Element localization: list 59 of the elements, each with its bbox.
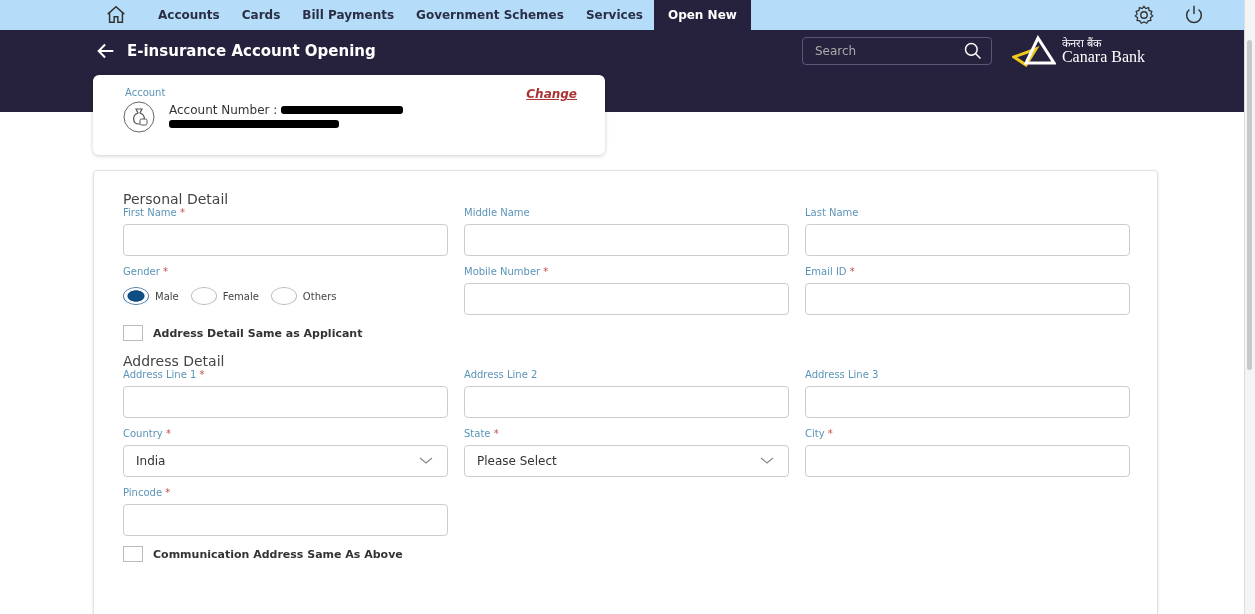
input-field[interactable] — [123, 224, 448, 256]
logo-icon — [1011, 35, 1056, 67]
nav-tab[interactable]: Services — [574, 0, 654, 30]
field-label: City * — [805, 428, 834, 439]
input-field[interactable] — [123, 386, 448, 418]
input-field[interactable] — [464, 283, 789, 315]
field-label: Gender * — [123, 266, 170, 277]
change-link[interactable]: Change — [526, 87, 577, 101]
settings-icon[interactable] — [1133, 4, 1155, 26]
radio-button[interactable] — [270, 287, 297, 305]
account-label: Account — [125, 87, 166, 100]
field-label: Middle Name — [464, 207, 531, 218]
radio-label: Male — [155, 290, 179, 302]
account-number-label: Account Number : — [169, 103, 278, 117]
input-field[interactable] — [805, 445, 1130, 477]
field-label: Pincode * — [123, 487, 172, 498]
dropdown[interactable]: India — [123, 445, 448, 477]
field-label: Last Name — [805, 207, 860, 218]
scrollbar-thumb[interactable] — [1247, 40, 1252, 370]
field-label: Address Line 3 — [805, 369, 880, 380]
input-field[interactable] — [805, 224, 1130, 256]
input-field[interactable] — [123, 504, 448, 536]
chevron-down-icon — [760, 457, 774, 465]
radio-button[interactable] — [123, 287, 149, 305]
power-icon[interactable] — [1183, 4, 1205, 26]
page-title: E-insurance Account Opening — [127, 42, 376, 60]
section-title: Personal Detail — [123, 191, 230, 207]
field-label: Address Line 1 * — [123, 369, 206, 380]
bank-name: Canara Bank — [1061, 48, 1145, 65]
radio-label: Others — [302, 290, 337, 302]
input-field[interactable] — [805, 283, 1130, 315]
field-label: Mobile Number * — [464, 266, 550, 277]
nav-tab[interactable]: Cards — [230, 0, 292, 30]
money-bag-icon — [123, 101, 155, 133]
field-label: State * — [464, 428, 500, 439]
input-field[interactable] — [464, 224, 789, 256]
field-label: Address Line 2 — [464, 369, 539, 380]
home-icon[interactable] — [105, 4, 127, 26]
section-title: Address Detail — [123, 353, 226, 369]
input-field[interactable] — [464, 386, 789, 418]
nav-tab[interactable]: Open New — [653, 0, 751, 30]
checkbox[interactable] — [123, 546, 143, 562]
bank-name-hindi: केनरा बैंक — [1061, 37, 1103, 49]
search-icon[interactable] — [962, 41, 983, 61]
chevron-down-icon — [419, 457, 433, 465]
nav-tab[interactable]: Government Schemes — [405, 0, 575, 30]
checkbox-label: Address Detail Same as Applicant — [153, 326, 363, 340]
field-label: Country * — [123, 428, 172, 439]
search-field[interactable]: Search — [801, 37, 992, 65]
checkbox-label: Communication Address Same As Above — [153, 547, 403, 561]
checkbox[interactable] — [123, 325, 143, 341]
input-field[interactable] — [805, 386, 1130, 418]
radio-label: Female — [222, 290, 259, 302]
nav-tab[interactable]: Accounts — [147, 0, 231, 30]
dropdown[interactable]: Please Select — [464, 445, 789, 477]
radio-button[interactable] — [190, 287, 217, 305]
field-label: Email ID * — [805, 266, 856, 277]
nav-tab[interactable]: Bill Payments — [291, 0, 406, 30]
field-label: First Name * — [123, 207, 186, 218]
